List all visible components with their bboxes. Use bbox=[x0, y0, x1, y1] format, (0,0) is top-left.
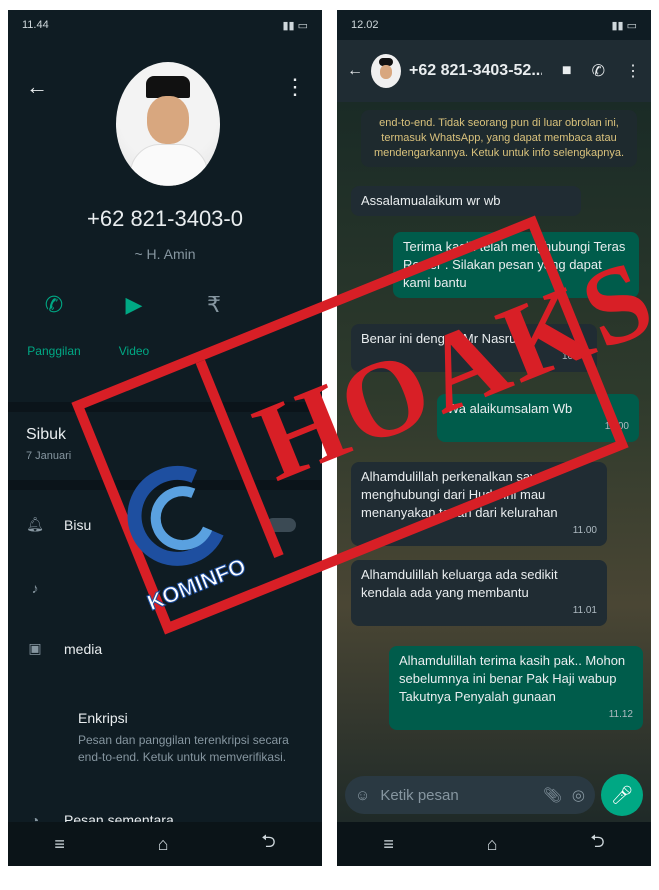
message-input[interactable]: Ketik pesan bbox=[380, 787, 533, 804]
status-bar: 11.44 ▮▮ ▭ bbox=[8, 10, 322, 40]
camera-icon[interactable]: ◎ bbox=[572, 786, 585, 804]
back-arrow-icon[interactable]: ← bbox=[26, 74, 48, 100]
message-outgoing[interactable]: Terima kasih telah menghubungi Teras Ros… bbox=[393, 232, 639, 298]
phone-icon[interactable]: ✆ bbox=[592, 61, 605, 81]
encryption-title[interactable]: Enkripsi bbox=[78, 710, 128, 726]
phone-icon: ✆ bbox=[44, 292, 64, 317]
video-call-button[interactable]: ▶ Video bbox=[106, 292, 162, 358]
message-outgoing[interactable]: Alhamdulillah terima kasih pak.. Mohon s… bbox=[389, 646, 643, 730]
about-status: Sibuk bbox=[26, 426, 67, 443]
back-arrow-icon[interactable]: ← bbox=[347, 62, 363, 80]
home-icon[interactable]: ⌂ bbox=[158, 834, 169, 855]
contact-phone-number: +62 821-3403-0 bbox=[87, 206, 243, 231]
microphone-icon: 🎤︎ bbox=[610, 784, 634, 805]
bell-icon: 🔔︎ bbox=[26, 516, 44, 532]
more-options-icon[interactable]: ⋮ bbox=[625, 61, 641, 81]
money-icon: ₹ bbox=[207, 292, 221, 317]
battery-icon: ▮▮ ▭ bbox=[282, 19, 308, 32]
status-bar: 12.02 ▮▮ ▭ bbox=[337, 10, 651, 40]
call-button[interactable]: ✆ Panggilan bbox=[26, 292, 82, 358]
contact-actions: ✆ Panggilan ▶ Video ₹ bbox=[26, 292, 304, 358]
back-icon[interactable]: ⮌ bbox=[590, 829, 604, 859]
attach-icon[interactable]: 📎︎ bbox=[543, 786, 562, 804]
more-options-icon[interactable]: ⋮ bbox=[284, 74, 306, 100]
call-label: Panggilan bbox=[27, 344, 81, 358]
status-time: 11.44 bbox=[22, 19, 49, 31]
message-outgoing[interactable]: Wa alaikumsalam Wb 11.00 bbox=[437, 394, 639, 442]
payment-button[interactable]: ₹ bbox=[186, 292, 242, 358]
music-note-icon: ♪ bbox=[31, 580, 39, 596]
chat-contact-number[interactable]: +62 821-3403-52... bbox=[409, 62, 542, 80]
message-incoming[interactable]: Alhamdulillah keluarga ada sedikit kenda… bbox=[351, 560, 607, 626]
home-icon[interactable]: ⌂ bbox=[487, 834, 498, 855]
video-label: Video bbox=[118, 344, 150, 358]
microphone-button[interactable]: 🎤︎ bbox=[601, 774, 643, 816]
message-incoming[interactable]: Alhamdulillah perkenalkan saya menghubun… bbox=[351, 462, 607, 546]
status-time: 12.02 bbox=[351, 19, 379, 31]
mute-label: Bisu bbox=[64, 516, 92, 533]
image-icon: ▣ bbox=[28, 640, 42, 656]
about-date: 7 Januari bbox=[26, 450, 72, 462]
message-composer[interactable]: ☺ Ketik pesan 📎︎ ◎ bbox=[345, 776, 595, 814]
chat-screen: 12.02 ▮▮ ▭ ← +62 821-3403-52... ■ ✆ ⋮ en… bbox=[337, 10, 651, 866]
media-label: media bbox=[64, 640, 103, 657]
back-icon[interactable]: ⮌ bbox=[261, 829, 275, 859]
battery-icon: ▮▮ ▭ bbox=[611, 19, 637, 32]
message-incoming[interactable]: Assalamualaikum wr wb bbox=[351, 186, 581, 216]
message-incoming[interactable]: Benar ini dengan Mr Nasrul 10.57 bbox=[351, 324, 597, 372]
recents-icon[interactable]: ≡ bbox=[54, 834, 65, 855]
android-nav-bar: ≡ ⌂ ⮌ bbox=[8, 822, 322, 866]
encryption-notice[interactable]: end-to-end. Tidak seorang pun di luar ob… bbox=[361, 110, 637, 167]
video-icon[interactable]: ■ bbox=[562, 62, 572, 80]
android-nav-bar: ≡ ⌂ ⮌ bbox=[337, 822, 651, 866]
recents-icon[interactable]: ≡ bbox=[383, 834, 394, 855]
encryption-description: Pesan dan panggilan terenkripsi secara e… bbox=[78, 733, 289, 764]
chat-header: ← +62 821-3403-52... ■ ✆ ⋮ bbox=[337, 40, 651, 102]
contact-info-screen: 11.44 ▮▮ ▭ ← ⋮ +62 821-3403-0 ~ H. Amin … bbox=[8, 10, 322, 866]
emoji-icon[interactable]: ☺ bbox=[355, 787, 370, 804]
contact-alias: ~ H. Amin bbox=[134, 246, 196, 262]
contact-avatar[interactable] bbox=[116, 62, 220, 186]
video-icon: ▶ bbox=[125, 292, 143, 317]
chat-avatar[interactable] bbox=[371, 54, 401, 88]
section-divider bbox=[8, 402, 322, 412]
